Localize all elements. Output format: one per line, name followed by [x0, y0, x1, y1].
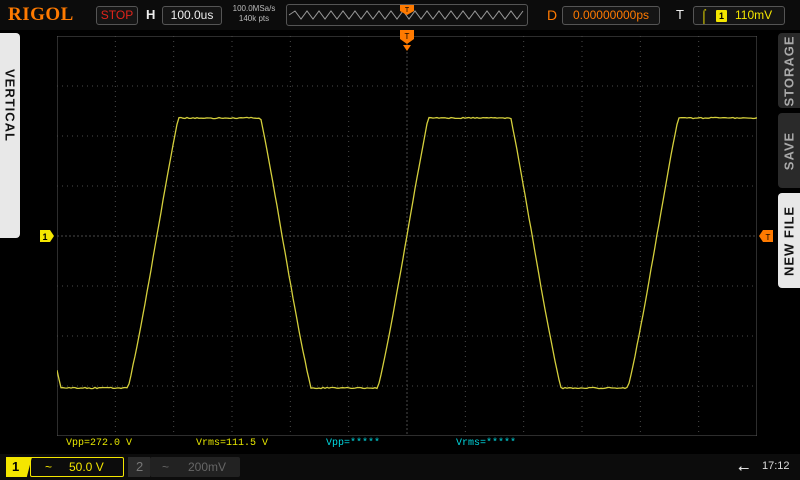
trigger-source-badge: 1 — [716, 10, 727, 22]
horizontal-label: H — [146, 7, 155, 22]
ch2-number: 2 — [128, 457, 150, 477]
rising-edge-icon: ⌠ — [700, 7, 708, 24]
usb-icon: ⭠ — [738, 459, 749, 476]
sample-rate: 100.0MSa/s — [228, 4, 280, 14]
softkey-menu: STORAGE SAVE NEW FILE — [778, 33, 800, 288]
ch2-settings[interactable]: 2 ~ 200mV — [128, 457, 240, 477]
clock: 17:12 — [762, 460, 790, 472]
save-label: SAVE — [782, 131, 797, 169]
trigger-time-marker[interactable]: T — [400, 30, 414, 52]
storage-softkey[interactable]: STORAGE — [778, 33, 800, 108]
memory-overview: T — [286, 4, 528, 26]
ch1-scale-box: ~ 50.0 V — [30, 457, 124, 477]
memory-waveform-preview: T — [287, 5, 527, 25]
vertical-tab-label: VERTICAL — [3, 56, 18, 156]
svg-text:T: T — [405, 32, 410, 41]
measurement-vrms-ch2: Vrms=***** — [456, 438, 516, 449]
measurement-vpp-ch1: Vpp=272.0 V — [66, 438, 132, 449]
new-file-softkey[interactable]: NEW FILE — [778, 193, 800, 288]
svg-text:1: 1 — [42, 232, 47, 242]
measurement-vrms-ch1: Vrms=111.5 V — [196, 438, 268, 449]
ch2-scale-box: ~ 200mV — [150, 457, 240, 477]
ch2-scale: 200mV — [188, 457, 226, 477]
trigger-level-marker[interactable]: T — [759, 230, 773, 242]
ch1-offset-marker[interactable]: 1 — [40, 230, 54, 242]
ac-coupling-icon: ~ — [162, 457, 169, 477]
svg-text:T: T — [766, 233, 771, 242]
ch1-number: 1 — [6, 457, 32, 477]
run-stop-indicator[interactable]: STOP — [96, 6, 138, 25]
save-softkey[interactable]: SAVE — [778, 113, 800, 188]
timebase-value[interactable]: 100.0us — [162, 6, 222, 25]
trigger-position-label: T — [405, 7, 410, 14]
trigger-settings[interactable]: ⌠ 1 110mV — [693, 6, 785, 25]
measurement-vpp-ch2: Vpp=***** — [326, 438, 380, 449]
trigger-label: T — [676, 7, 684, 22]
acquisition-info: 100.0MSa/s 140k pts — [228, 4, 280, 24]
delay-label: D — [547, 7, 557, 23]
bottom-channel-bar: 1 ~ 50.0 V 2 ~ 200mV ⭠ 17:12 — [0, 454, 800, 480]
trigger-level: 110mV — [735, 7, 772, 24]
storage-label: STORAGE — [782, 35, 797, 106]
top-status-bar: RIGOL STOP H 100.0us 100.0MSa/s 140k pts… — [0, 0, 800, 30]
vertical-menu-tab[interactable]: VERTICAL — [0, 33, 20, 238]
ac-coupling-icon: ~ — [45, 458, 52, 476]
delay-value[interactable]: 0.00000000ps — [562, 6, 660, 25]
memory-depth: 140k pts — [228, 14, 280, 24]
waveform-display[interactable] — [57, 36, 757, 436]
ch1-scale: 50.0 V — [69, 458, 104, 476]
brand-logo: RIGOL — [8, 4, 74, 26]
ch1-settings[interactable]: 1 ~ 50.0 V — [6, 457, 124, 477]
new-file-label: NEW FILE — [782, 205, 797, 275]
